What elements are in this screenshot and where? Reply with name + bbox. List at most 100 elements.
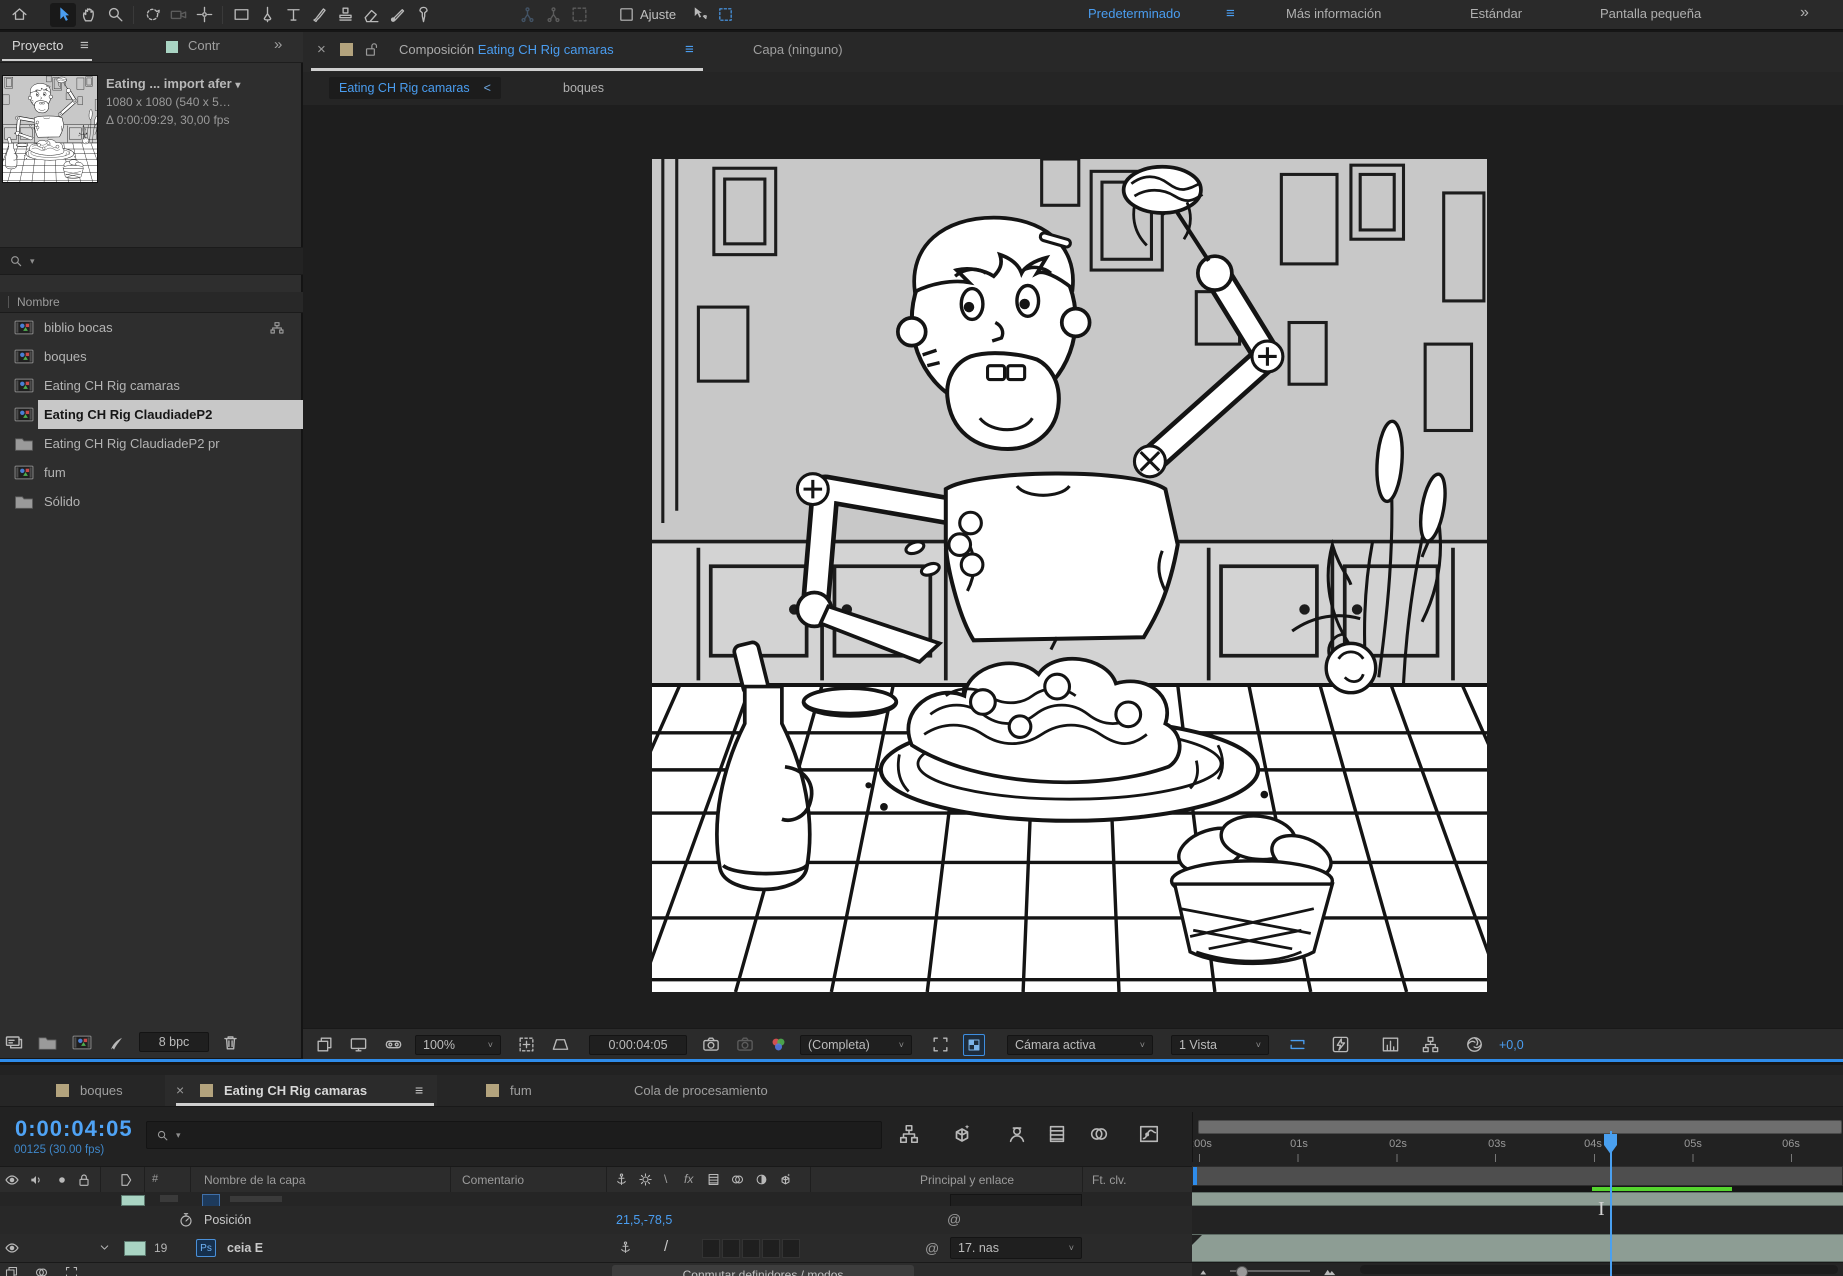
- time-ruler[interactable]: 0:00s 01s 02s 03s 04s 05s 06s: [1192, 1112, 1843, 1162]
- view-dropdown[interactable]: Cámara activa ˅: [1007, 1035, 1153, 1055]
- flowchart-icon[interactable]: [1421, 1035, 1440, 1054]
- frame-blend-switch-icon[interactable]: [706, 1172, 721, 1187]
- comp-viewer[interactable]: [303, 105, 1843, 1028]
- graph-editor-icon[interactable]: [1138, 1123, 1160, 1145]
- zoom-slider-knob[interactable]: [1236, 1266, 1248, 1276]
- timeline-search[interactable]: ▾: [146, 1121, 882, 1149]
- tab-controls[interactable]: Contr: [188, 38, 220, 53]
- anchor-switch-icon[interactable]: [618, 1240, 633, 1255]
- shy-layers-icon[interactable]: [1006, 1123, 1028, 1145]
- type-tool[interactable]: [280, 3, 306, 27]
- fast-previews-icon[interactable]: [1331, 1035, 1350, 1054]
- pen-tool[interactable]: [254, 3, 280, 27]
- name-column-header[interactable]: Nombre: [0, 292, 303, 313]
- bpc-button[interactable]: 8 bpc: [139, 1032, 209, 1052]
- project-item[interactable]: Eating CH Rig camaras: [0, 371, 303, 400]
- project-item-selected[interactable]: Eating CH Rig ClaudiadeP2: [0, 400, 303, 429]
- current-time-field[interactable]: 0:00:04:05: [589, 1035, 687, 1055]
- puppet-pin-tool[interactable]: [410, 3, 436, 27]
- interpret-footage-icon[interactable]: [107, 1033, 126, 1052]
- cube-3d-switch-icon[interactable]: [778, 1172, 793, 1187]
- pick-whip-icon[interactable]: @: [925, 1240, 939, 1256]
- quality-switch-icon[interactable]: /: [664, 1238, 668, 1255]
- tab-eating-ch-rig-camaras[interactable]: Eating CH Rig camaras: [224, 1083, 367, 1098]
- mask-visibility-icon[interactable]: [551, 1035, 570, 1054]
- tab-render-queue[interactable]: Cola de procesamiento: [634, 1083, 768, 1098]
- trash-icon[interactable]: [221, 1033, 240, 1052]
- tab-overflow-icon[interactable]: »: [274, 36, 282, 53]
- comp-tab-menu-icon[interactable]: ≡: [685, 41, 694, 58]
- collapse-switch-icon[interactable]: [638, 1172, 653, 1187]
- zoom-dropdown[interactable]: 100% ˅: [415, 1035, 501, 1055]
- vr-goggles-icon[interactable]: [383, 1035, 404, 1054]
- layer-19-duration-bar[interactable]: [1192, 1234, 1843, 1262]
- eraser-tool[interactable]: [358, 3, 384, 27]
- stopwatch-icon[interactable]: [178, 1212, 194, 1228]
- workspace-active[interactable]: Predeterminado: [1088, 6, 1181, 21]
- comp-canvas[interactable]: [652, 159, 1487, 992]
- project-item[interactable]: Eating CH Rig ClaudiadeP2 pr: [0, 429, 303, 458]
- zoom-in-mountain-icon[interactable]: [1322, 1264, 1338, 1276]
- exposure-shutter-icon[interactable]: [1465, 1035, 1484, 1054]
- motion-blur-icon[interactable]: [1088, 1123, 1110, 1145]
- project-item[interactable]: boques: [0, 342, 303, 371]
- pick-whip-icon[interactable]: @: [947, 1211, 961, 1227]
- tab-project[interactable]: Proyecto: [12, 38, 63, 53]
- brackets-icon[interactable]: [64, 1265, 79, 1276]
- workspace-overflow-icon[interactable]: »: [1800, 4, 1809, 22]
- exposure-value[interactable]: +0,0: [1499, 1038, 1524, 1052]
- flowchart-mini-icon[interactable]: [269, 320, 285, 336]
- frame-blending-icon[interactable]: [1046, 1123, 1068, 1145]
- dropdown-triangle-icon[interactable]: ▾: [235, 80, 240, 91]
- label-icon[interactable]: [118, 1172, 134, 1188]
- breadcrumb-current[interactable]: Eating CH Rig camaras <: [329, 77, 501, 99]
- eye-icon[interactable]: [4, 1240, 20, 1256]
- layer-row-19[interactable]: 19 Ps ceia E / @ 17. nas ˅: [0, 1234, 1192, 1263]
- composition-mini-flowchart-icon[interactable]: [898, 1123, 920, 1145]
- render-order-icon[interactable]: [4, 1265, 19, 1276]
- property-value[interactable]: 21,5,-78,5: [616, 1213, 672, 1227]
- toggle-switches-button[interactable]: Conmutar definidores / modos: [612, 1265, 914, 1276]
- snapshot-icon[interactable]: [701, 1035, 721, 1054]
- snap-checkbox[interactable]: [618, 6, 635, 23]
- quality-switch-icon[interactable]: \: [664, 1172, 667, 1186]
- grid-guides-icon[interactable]: [517, 1035, 536, 1054]
- unlock-icon[interactable]: [363, 41, 380, 58]
- marquee-snap-tool[interactable]: [712, 3, 738, 27]
- breadcrumb-back-icon[interactable]: <: [484, 81, 491, 95]
- layer-label-chip[interactable]: [124, 1241, 146, 1256]
- pixel-aspect-icon[interactable]: [1287, 1035, 1308, 1054]
- tab-layer[interactable]: Capa (ninguno): [753, 42, 843, 57]
- chevron-down-icon[interactable]: [98, 1241, 111, 1254]
- motion-blur-switch-icon[interactable]: [730, 1172, 745, 1187]
- pin-cursor-tool[interactable]: [686, 3, 712, 27]
- rotate-tool[interactable]: [139, 3, 165, 27]
- playhead-line[interactable]: [1610, 1131, 1612, 1276]
- resolution-dropdown[interactable]: (Completa) ˅: [800, 1035, 912, 1055]
- clone-stamp-tool[interactable]: [332, 3, 358, 27]
- pan-behind-tool[interactable]: [191, 3, 217, 27]
- info-panel-icon[interactable]: [4, 1032, 24, 1052]
- workspace-mas-informacion[interactable]: Más información: [1286, 6, 1381, 21]
- work-area-bar[interactable]: [1198, 1120, 1842, 1134]
- hand-tool[interactable]: [76, 3, 102, 27]
- adjustment-switch-icon[interactable]: [754, 1172, 769, 1187]
- region-of-interest-icon[interactable]: [931, 1035, 950, 1054]
- eye-icon[interactable]: [4, 1172, 20, 1188]
- breadcrumb-parent[interactable]: boques: [563, 81, 604, 95]
- property-name[interactable]: Posición: [204, 1213, 251, 1227]
- new-composition-icon[interactable]: [71, 1034, 93, 1051]
- workspace-estandar[interactable]: Estándar: [1470, 6, 1522, 21]
- zoom-tool[interactable]: [102, 3, 128, 27]
- tab-boques[interactable]: boques: [80, 1083, 123, 1098]
- time-navigator[interactable]: [1192, 1166, 1843, 1186]
- layer-name[interactable]: ceia E: [227, 1241, 263, 1255]
- close-tab-icon[interactable]: ×: [176, 1082, 184, 1098]
- zoom-out-mountain-icon[interactable]: [1198, 1264, 1212, 1276]
- brush-tool[interactable]: [306, 3, 332, 27]
- layer-row-clipped[interactable]: [0, 1192, 1192, 1206]
- snap-label[interactable]: Ajuste: [640, 7, 676, 22]
- anchor-switch-icon[interactable]: [614, 1172, 629, 1187]
- channels-icon[interactable]: [769, 1035, 788, 1054]
- layer-duration-bar[interactable]: [1192, 1192, 1843, 1206]
